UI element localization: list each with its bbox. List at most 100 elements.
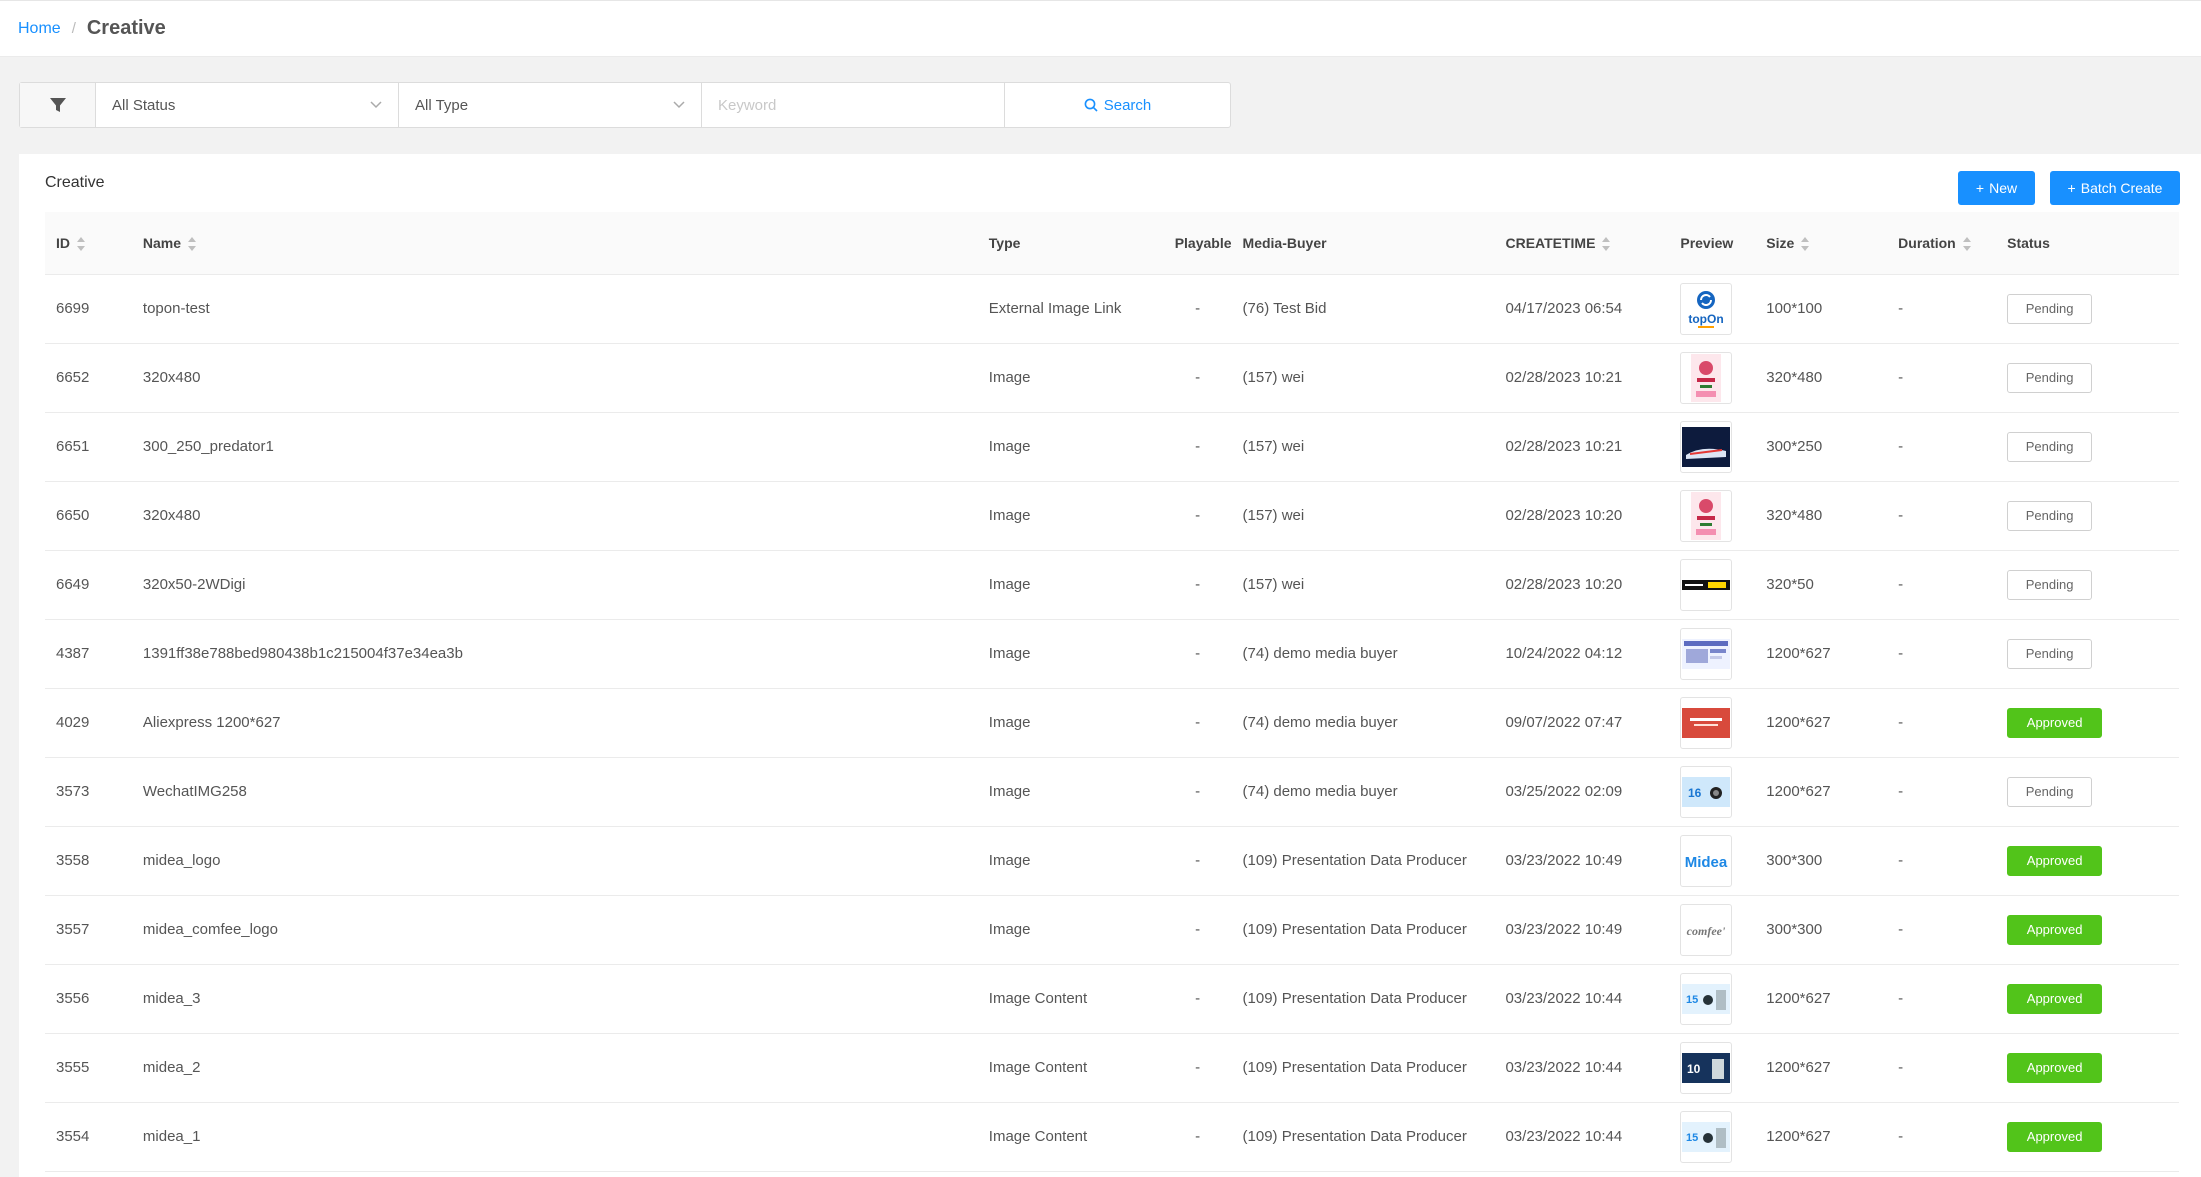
sort-icon[interactable]	[1962, 236, 1972, 251]
cell-id: 4387	[45, 619, 132, 689]
cell-size: 100*100	[1755, 274, 1888, 344]
status-badge[interactable]: Pending	[2007, 362, 2093, 393]
status-badge[interactable]: Approved	[2007, 845, 2103, 876]
table-row[interactable]: 6652 320x480 Image - (157) wei 02/28/2023 10:…	[45, 343, 2179, 413]
new-button[interactable]: + New	[1958, 171, 2035, 205]
preview-thumbnail[interactable]	[1680, 489, 1733, 542]
keyword-field[interactable]	[702, 83, 1005, 127]
cell-duration: -	[1887, 481, 1997, 551]
preview-thumbnail[interactable]: 15	[1680, 1110, 1733, 1163]
column-header-duration[interactable]: Duration	[1887, 212, 1997, 275]
column-header-size[interactable]: Size	[1755, 212, 1888, 275]
cell-playable: -	[1163, 1102, 1232, 1172]
type-select[interactable]: All Type	[399, 83, 702, 127]
cell-createtime: 02/28/2023 10:20	[1494, 481, 1670, 551]
creative-panel: Creative + New + Batch Create ID Name Ty…	[19, 154, 2201, 1177]
cell-preview: 10	[1669, 1033, 1756, 1103]
table-row[interactable]: 3573 WechatIMG258 Image - (74) demo media bu…	[45, 757, 2179, 827]
table-row[interactable]: 6651 300_250_predator1 Image - (157) wei 02/2…	[45, 412, 2179, 482]
breadcrumb-home-link[interactable]: Home	[18, 20, 61, 38]
status-badge[interactable]: Approved	[2007, 1052, 2103, 1083]
search-button[interactable]: Search	[1005, 83, 1230, 127]
cell-name: Aliexpress 1200*627	[131, 688, 978, 758]
cell-status: Approved	[1996, 964, 2179, 1034]
cell-playable: -	[1163, 343, 1232, 413]
preview-thumbnail[interactable]: Midea	[1680, 834, 1733, 887]
cell-media-buyer: (157) wei	[1231, 412, 1495, 482]
sort-icon[interactable]	[1602, 236, 1611, 251]
cell-id: 6652	[45, 343, 132, 413]
column-header-createtime[interactable]: CREATETIME	[1494, 212, 1670, 275]
status-badge[interactable]: Approved	[2007, 707, 2103, 738]
preview-thumbnail[interactable]	[1680, 696, 1733, 749]
cell-duration: -	[1887, 757, 1997, 827]
chevron-down-icon	[673, 98, 685, 112]
preview-thumbnail[interactable]: 15	[1680, 972, 1733, 1025]
cell-createtime: 03/23/2022 10:44	[1494, 1033, 1670, 1103]
table-row[interactable]: 6699 topon-test External Image Link - (76) T…	[45, 274, 2179, 344]
cell-name: midea_2	[131, 1033, 978, 1103]
cell-media-buyer: (109) Presentation Data Producer	[1231, 895, 1495, 965]
cell-duration: -	[1887, 619, 1997, 689]
keyword-input[interactable]	[718, 96, 988, 114]
status-badge[interactable]: Pending	[2007, 638, 2093, 669]
filter-icon[interactable]	[20, 83, 96, 127]
cell-status: Pending	[1996, 343, 2179, 413]
cell-type: Image	[977, 688, 1164, 758]
cell-duration: -	[1887, 1102, 1997, 1172]
cell-media-buyer: (157) wei	[1231, 343, 1495, 413]
preview-thumbnail[interactable]: 10	[1680, 1041, 1733, 1094]
cell-type: Image	[977, 895, 1164, 965]
cell-type: Image Content	[977, 964, 1164, 1034]
sort-icon[interactable]	[77, 236, 86, 251]
table-row[interactable]: 4029 Aliexpress 1200*627 Image - (74) demo m…	[45, 688, 2179, 758]
table-row[interactable]: 6650 320x480 Image - (157) wei 02/28/2023 10:…	[45, 481, 2179, 551]
preview-thumbnail[interactable]	[1680, 558, 1733, 611]
column-header-name[interactable]: Name	[131, 212, 978, 275]
creative-table: ID Name Type Playable Media-Buyer CREATE…	[45, 212, 2179, 1172]
table-row[interactable]: 3558 midea_logo Image - (109) Presentation D…	[45, 826, 2179, 896]
cell-size: 1200*627	[1755, 619, 1888, 689]
cell-status: Pending	[1996, 619, 2179, 689]
preview-thumbnail[interactable]: comfee'	[1680, 903, 1733, 956]
table-row[interactable]: 3556 midea_3 Image Content - (109) Presentat…	[45, 964, 2179, 1034]
preview-thumbnail[interactable]	[1680, 420, 1733, 473]
sort-icon[interactable]	[188, 236, 197, 251]
cell-type: Image	[977, 550, 1164, 620]
column-header-id[interactable]: ID	[45, 212, 132, 275]
table-header-row: ID Name Type Playable Media-Buyer CREATE…	[45, 212, 2179, 275]
preview-thumbnail[interactable]	[1680, 351, 1733, 404]
cell-status: Pending	[1996, 412, 2179, 482]
cell-status: Approved	[1996, 826, 2179, 896]
status-badge[interactable]: Pending	[2007, 776, 2093, 807]
table-row[interactable]: 4387 1391ff38e788bed980438b1c215004f37e34…	[45, 619, 2179, 689]
status-badge[interactable]: Approved	[2007, 914, 2103, 945]
cell-id: 6649	[45, 550, 132, 620]
status-badge[interactable]: Pending	[2007, 569, 2093, 600]
cell-name: 320x50-2WDigi	[131, 550, 978, 620]
cell-id: 3556	[45, 964, 132, 1034]
sort-icon[interactable]	[1801, 236, 1810, 251]
preview-thumbnail[interactable]: 16	[1680, 765, 1733, 818]
cell-playable: -	[1163, 895, 1232, 965]
table-row[interactable]: 3555 midea_2 Image Content - (109) Presentat…	[45, 1033, 2179, 1103]
status-badge[interactable]: Pending	[2007, 431, 2093, 462]
table-row[interactable]: 6649 320x50-2WDigi Image - (157) wei 02/28/20…	[45, 550, 2179, 620]
status-badge[interactable]: Pending	[2007, 500, 2093, 531]
status-select[interactable]: All Status	[96, 83, 399, 127]
cell-media-buyer: (109) Presentation Data Producer	[1231, 1033, 1495, 1103]
preview-thumbnail[interactable]	[1680, 627, 1733, 680]
panel-title: Creative	[45, 174, 105, 191]
preview-thumbnail[interactable]: topOn	[1680, 282, 1733, 335]
status-badge[interactable]: Approved	[2007, 983, 2103, 1014]
status-badge[interactable]: Approved	[2007, 1121, 2103, 1152]
cell-createtime: 02/28/2023 10:21	[1494, 412, 1670, 482]
cell-preview: 16	[1669, 757, 1756, 827]
status-badge[interactable]: Pending	[2007, 293, 2093, 324]
batch-create-button[interactable]: + Batch Create	[2050, 171, 2180, 205]
cell-playable: -	[1163, 550, 1232, 620]
table-row[interactable]: 3554 midea_1 Image Content - (109) Presentat…	[45, 1102, 2179, 1172]
cell-playable: -	[1163, 826, 1232, 896]
cell-id: 6699	[45, 274, 132, 344]
table-row[interactable]: 3557 midea_comfee_logo Image - (109) Present…	[45, 895, 2179, 965]
